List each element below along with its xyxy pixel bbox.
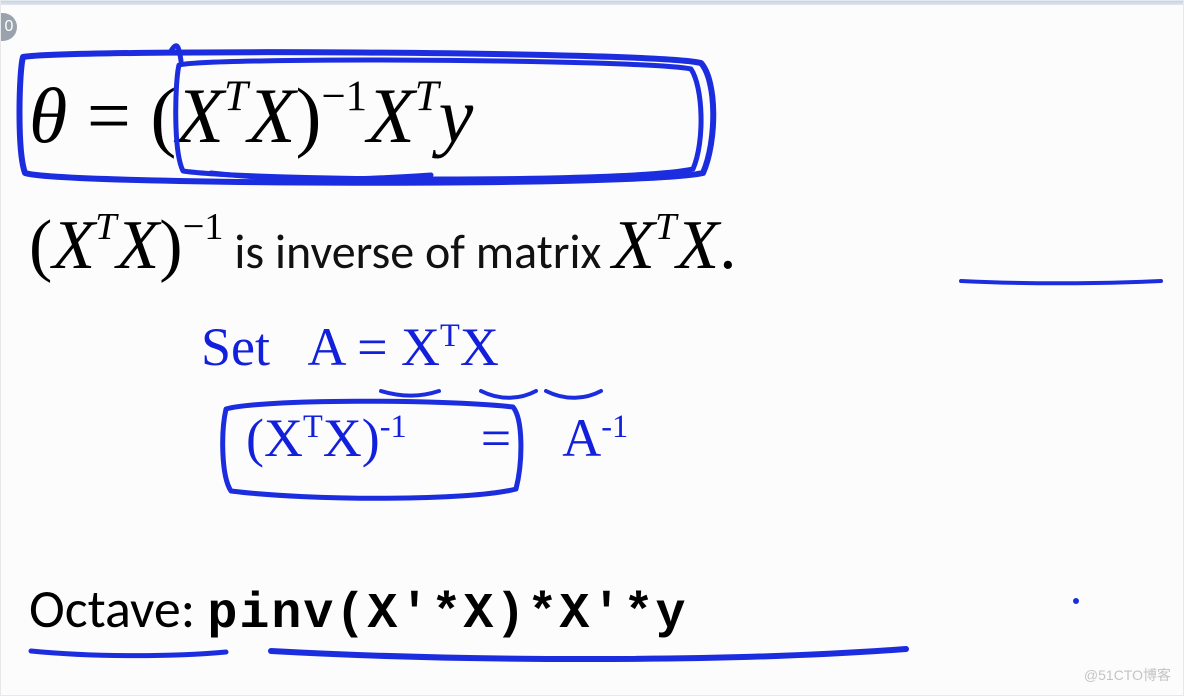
normal-equation-formula: θ = (XTX)−1XTy	[29, 71, 473, 161]
swoop-hw-1	[481, 391, 536, 398]
transpose-2: T	[415, 73, 439, 120]
expl-X4: X	[676, 207, 719, 284]
expl-X3: X	[612, 207, 655, 284]
X-matrix-3: X	[367, 72, 415, 159]
underline-A-hw	[381, 391, 439, 396]
transpose-1: T	[224, 73, 248, 120]
swoop-hw-2	[546, 391, 601, 398]
underline-octave-code	[271, 649, 906, 659]
hw-X2: X	[460, 317, 499, 377]
hw-T: T	[440, 318, 460, 354]
expl-neg1: −1	[183, 206, 224, 248]
equals-sign: =	[67, 72, 150, 159]
inverse-explanation-line: (XTX)−1 is inverse of matrix XTX.	[29, 206, 737, 286]
handwritten-set-A: Set A = XTX	[201, 316, 499, 378]
handwritten-inverse-A: (XTX)-1 = A-1	[226, 401, 628, 475]
stray-dot	[1073, 598, 1079, 604]
close-paren: )	[295, 72, 321, 159]
hw-inv-X2: X	[323, 408, 362, 468]
hw-inv-neg1: -1	[380, 409, 407, 445]
octave-code-line: Octave: pinv(X'*X)*X'*y	[29, 576, 687, 643]
expl-X1: X	[52, 207, 95, 284]
hw-inv-eq: =	[467, 408, 524, 468]
page-marker: 0	[1, 13, 17, 41]
hw-inv-lpar: (	[246, 408, 264, 468]
expl-open-paren: (	[29, 207, 52, 284]
hw-inv-X1: X	[264, 408, 303, 468]
underline-octave-label	[31, 651, 226, 656]
expl-T2: T	[655, 206, 676, 248]
expl-close-paren: )	[159, 207, 182, 284]
hw-A: A	[308, 317, 344, 377]
octave-label: Octave:	[29, 576, 207, 642]
hw-inv-T: T	[303, 409, 323, 445]
hw-inv-neg1b: -1	[601, 409, 628, 445]
hw-set-word: Set	[201, 317, 270, 377]
hw-X1: X	[401, 317, 440, 377]
box-tail-mark	[171, 46, 181, 61]
y-vector: y	[439, 72, 474, 159]
hw-eq: =	[344, 317, 401, 377]
open-paren: (	[150, 72, 176, 159]
expl-period: .	[719, 207, 737, 284]
hw-inv-A: A	[562, 408, 601, 468]
expl-text: is inverse of matrix	[224, 222, 613, 281]
expl-X2: X	[117, 207, 160, 284]
underline-XTX-equation	[211, 173, 431, 179]
X-matrix-1: X	[176, 72, 224, 159]
hw-inv-rpar: )	[362, 408, 380, 468]
X-matrix-2: X	[248, 72, 296, 159]
theta-symbol: θ	[29, 72, 67, 159]
octave-code: pinv(X'*X)*X'*y	[207, 586, 687, 643]
slide-viewport: 0 θ = (XTX)−1XTy (XTX)−1 is inverse of m…	[0, 0, 1184, 696]
top-accent	[1, 1, 1183, 5]
inverse-exponent: −1	[321, 73, 367, 120]
watermark: @51CTO博客	[1084, 665, 1171, 685]
underline-XTX-explain	[961, 281, 1161, 283]
expl-T1: T	[95, 206, 116, 248]
